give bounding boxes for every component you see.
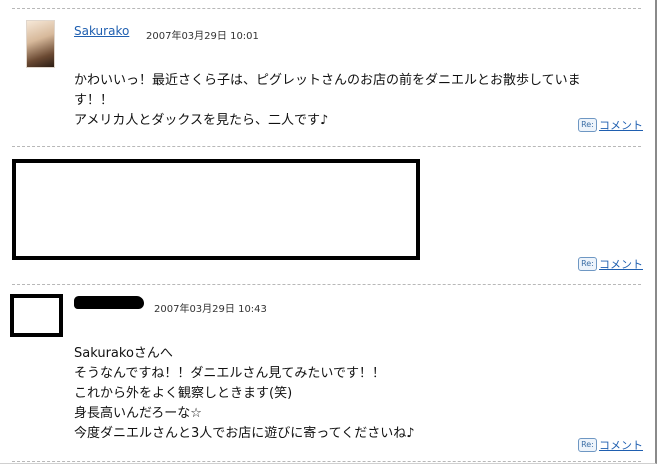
comment-date: 2007年03月29日 10:01 xyxy=(146,31,259,42)
comment-line: これから外をよく観察しときます(笑) xyxy=(74,386,293,401)
comment-body: Sakurakoさんへそうなんですね！！ダニエルさん見てみたいです！！ これから外… xyxy=(74,324,415,464)
comment-body: かわいいっ！最近さくら子は、ピグレットさんのお店の前をダニエルとお散歩しています… xyxy=(74,51,581,151)
reply-icon: Re: xyxy=(578,438,597,452)
reply-comment-button[interactable]: Re: コメント xyxy=(578,256,643,272)
avatar[interactable] xyxy=(26,20,55,68)
comment-line: かわいいっ！最近さくら子は、ピグレットさんのお店の前をダニエルとお散歩していま xyxy=(74,73,581,88)
comment-line: す！！ xyxy=(74,93,114,108)
comment-line: アメリカ人とダックスを見たら、二人です♪ xyxy=(74,113,329,128)
redacted-comment-block xyxy=(12,159,420,260)
redacted-author-name xyxy=(74,296,144,309)
reply-icon: Re: xyxy=(578,257,597,271)
comment-line: Sakurakoさんへ xyxy=(74,346,173,361)
comment-line: そうなんですね！！ダニエルさん見てみたいです！！ xyxy=(74,366,385,381)
separator xyxy=(12,284,641,285)
comment-line: 今度ダニエルさんと3人でお店に遊びに寄ってくださいね♪ xyxy=(74,426,415,441)
comment-author-link[interactable]: Sakurako xyxy=(74,24,129,38)
comment-line: 身長高いんだろーな☆ xyxy=(74,406,202,421)
separator xyxy=(12,146,641,147)
reply-comment-button[interactable]: Re: コメント xyxy=(578,117,643,133)
reply-comment-link[interactable]: コメント xyxy=(599,117,643,133)
separator xyxy=(12,8,641,9)
avatar-redacted xyxy=(10,294,63,337)
reply-icon: Re: xyxy=(578,118,597,132)
separator xyxy=(12,461,641,462)
reply-comment-button[interactable]: Re: コメント xyxy=(578,437,643,453)
reply-comment-link[interactable]: コメント xyxy=(599,256,643,272)
reply-comment-link[interactable]: コメント xyxy=(599,437,643,453)
comment-date: 2007年03月29日 10:43 xyxy=(154,304,267,315)
